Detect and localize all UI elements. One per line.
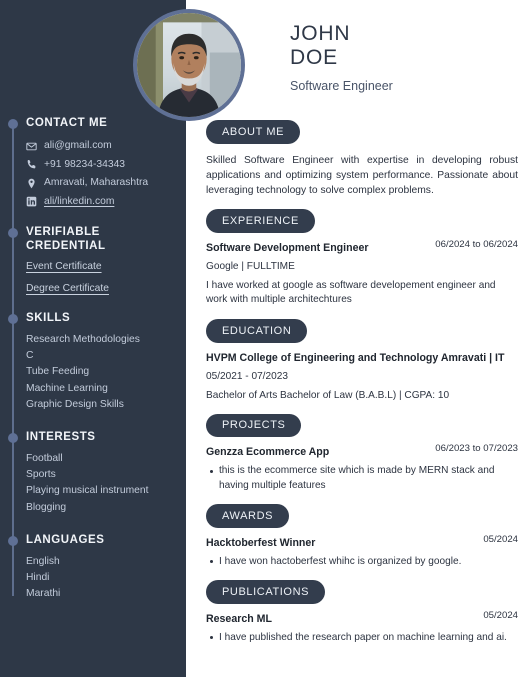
list-item: Football [26, 453, 63, 465]
list-item: I have won hactoberfest whihc is organiz… [210, 555, 518, 570]
award-entry: Hacktoberfest Winner 05/2024 I have won … [206, 533, 518, 570]
sidebar-section-interests: INTERESTS Football Sports Playing musica… [0, 430, 186, 516]
project-date: 06/2023 to 07/2023 [435, 443, 518, 455]
list-item: Blogging [26, 501, 67, 513]
section-pill-awards: AWARDS [206, 504, 290, 528]
contact-location-text: Amravati, Maharashtra [44, 177, 149, 188]
envelope-icon [26, 141, 37, 152]
award-title: Hacktoberfest Winner [206, 536, 316, 549]
job-title: Software Engineer [290, 79, 393, 93]
name-last: DOE [290, 46, 338, 69]
section-pill-experience: EXPERIENCE [206, 209, 315, 233]
list-item: I have published the research paper on m… [210, 631, 518, 646]
contact-linkedin[interactable]: ali/linkedin.com [26, 193, 178, 212]
list-item: C [26, 350, 34, 362]
contact-phone-text: +91 98234-34343 [44, 158, 126, 170]
section-awards: AWARDS Hacktoberfest Winner 05/2024 I ha… [206, 504, 518, 569]
project-entry: Genzza Ecommerce App 06/2023 to 07/2023 … [206, 443, 518, 493]
list-item: Marathi [26, 588, 61, 600]
section-pill-education: EDUCATION [206, 319, 308, 343]
timeline-dot-icon [8, 119, 18, 129]
list-item: Graphic Design Skills [26, 398, 124, 410]
about-text: Skilled Software Engineer with expertise… [206, 154, 518, 197]
award-bullets: I have won hactoberfest whihc is organiz… [206, 555, 518, 570]
section-education: EDUCATION HVPM College of Engineering an… [206, 319, 518, 403]
linkedin-icon [26, 196, 37, 207]
skills-list: Research Methodologies C Tube Feeding Ma… [26, 332, 178, 413]
section-publications: PUBLICATIONS Research ML 05/2024 I have … [206, 580, 518, 645]
contact-email[interactable]: ali@gmail.com [26, 137, 178, 156]
education-date: 05/2021 - 07/2023 [206, 370, 288, 382]
publication-date: 05/2024 [483, 609, 518, 621]
sidebar-heading-contact: CONTACT ME [26, 117, 108, 129]
sidebar-heading-skills: SKILLS [26, 312, 71, 324]
education-institution: HVPM College of Engineering and Technolo… [206, 351, 505, 364]
publication-bullets: I have published the research paper on m… [206, 631, 518, 646]
list-item: Playing musical instrument [26, 485, 149, 497]
list-item: Machine Learning [26, 382, 108, 394]
sidebar-section-contact: CONTACT ME ali@gmail.com +91 98234-34343… [0, 116, 186, 211]
project-title: Genzza Ecommerce App [206, 446, 330, 459]
experience-title: Software Development Engineer [206, 241, 369, 254]
timeline-dot-icon [8, 228, 18, 238]
credential-list: Event Certificate Degree Certificate [26, 260, 178, 295]
contact-location: Amravati, Maharashtra [26, 174, 178, 193]
sidebar-section-credentials: VERIFIABLE CREDENTIAL Event Certificate … [0, 225, 186, 295]
experience-description: I have worked at google as software deve… [206, 279, 496, 306]
avatar [133, 9, 245, 121]
credential-link-event[interactable]: Event Certificate [26, 261, 102, 272]
section-experience: EXPERIENCE Software Development Engineer… [206, 209, 518, 308]
timeline-dot-icon [8, 433, 18, 444]
sidebar-heading-interests: INTERESTS [26, 431, 96, 444]
publication-title: Research ML [206, 612, 272, 625]
education-entry: HVPM College of Engineering and Technolo… [206, 351, 518, 403]
timeline-dot-icon [8, 314, 18, 324]
list-item: Tube Feeding [26, 366, 90, 378]
list-item: Sports [26, 469, 56, 481]
project-bullets: this is the ecommerce site which is made… [206, 464, 518, 493]
languages-list: English Hindi Marathi [26, 554, 178, 603]
sidebar-heading-languages: LANGUAGES [26, 533, 105, 546]
sidebar-section-skills: SKILLS Research Methodologies C Tube Fee… [0, 311, 186, 413]
portrait-image [137, 13, 241, 117]
contact-list: ali@gmail.com +91 98234-34343 Amravati, … [26, 137, 178, 211]
section-pill-about: ABOUT ME [206, 120, 301, 144]
timeline-dot-icon [8, 535, 18, 546]
profile-photo [137, 13, 241, 117]
sidebar-section-languages: LANGUAGES English Hindi Marathi [0, 533, 186, 603]
education-degree: Bachelor of Arts Bachelor of Law (B.A.B.… [206, 389, 450, 401]
interests-list: Football Sports Playing musical instrume… [26, 451, 178, 516]
sidebar-heading-credentials: VERIFIABLE CREDENTIAL [26, 226, 106, 252]
main-content: ABOUT ME Skilled Software Engineer with … [206, 120, 518, 656]
name-first: JOHN [290, 22, 351, 45]
list-item[interactable]: Event Certificate [26, 260, 178, 273]
list-item: Hindi [26, 572, 50, 584]
contact-linkedin-text: ali/linkedin.com [44, 195, 115, 207]
experience-company: Google | FULLTIME [206, 260, 295, 272]
contact-phone[interactable]: +91 98234-34343 [26, 156, 178, 175]
award-date: 05/2024 [483, 533, 518, 545]
page-title: JOHN DOE Software Engineer [290, 22, 520, 94]
contact-email-text: ali@gmail.com [44, 140, 112, 151]
credential-link-degree[interactable]: Degree Certificate [26, 283, 109, 294]
section-about: ABOUT ME Skilled Software Engineer with … [206, 120, 518, 198]
list-item: English [26, 555, 60, 567]
list-item: this is the ecommerce site which is made… [210, 464, 518, 493]
section-pill-publications: PUBLICATIONS [206, 580, 326, 604]
list-item[interactable]: Degree Certificate [26, 282, 178, 295]
resume-page: CONTACT ME ali@gmail.com +91 98234-34343… [0, 0, 528, 677]
experience-entry: Software Development Engineer 06/2024 to… [206, 238, 518, 308]
location-pin-icon [26, 178, 37, 189]
section-pill-projects: PROJECTS [206, 413, 302, 438]
section-projects: PROJECTS Genzza Ecommerce App 06/2023 to… [206, 413, 518, 494]
publication-entry: Research ML 05/2024 I have published the… [206, 609, 518, 646]
experience-date: 06/2024 to 06/2024 [435, 238, 518, 250]
list-item: Research Methodologies [26, 334, 140, 345]
phone-icon [26, 159, 37, 170]
